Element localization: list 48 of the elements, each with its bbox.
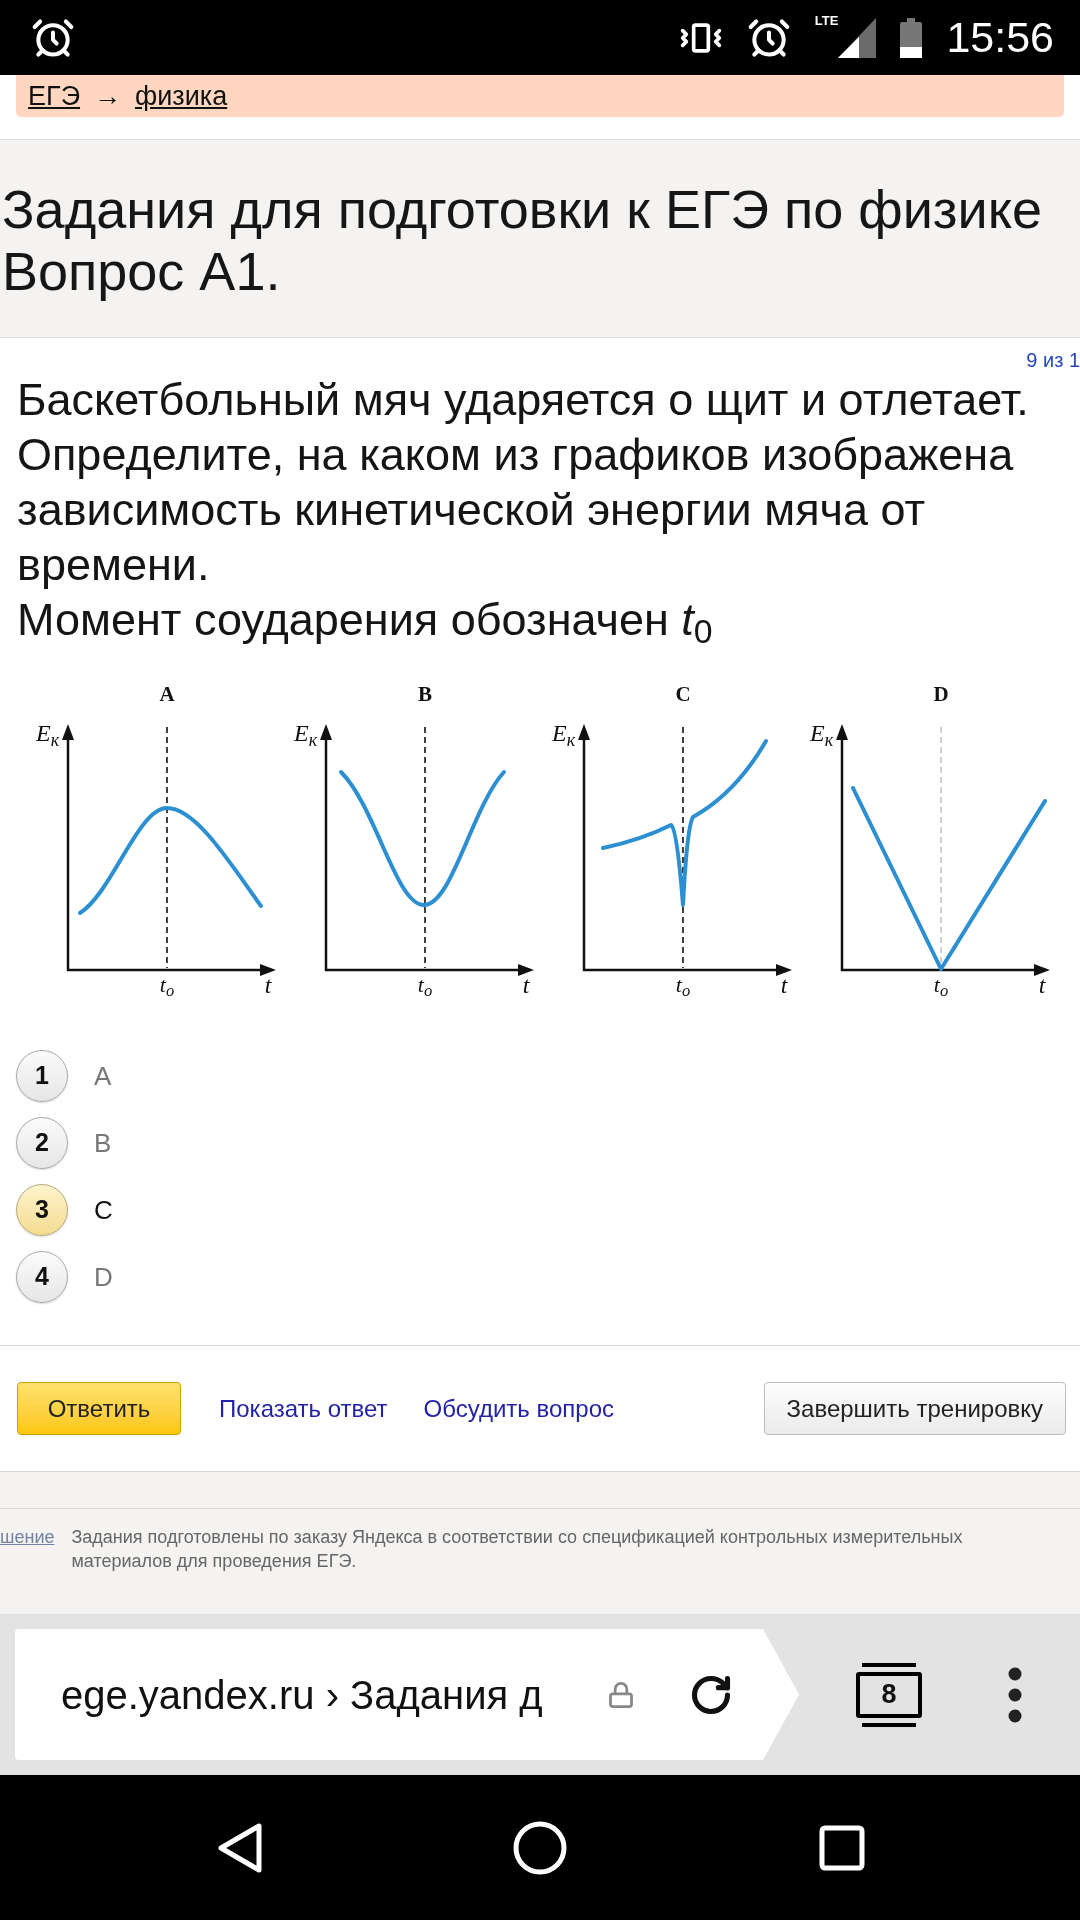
option-label: D (94, 1262, 113, 1292)
breadcrumb-link[interactable]: физика (135, 80, 228, 112)
x-axis-label: t (264, 971, 272, 999)
lock-icon (607, 1679, 635, 1710)
signal-icon (838, 17, 877, 58)
x-tick-label: t$_{o}$ (675, 972, 691, 998)
graph-letter: A (159, 681, 175, 707)
breadcrumb-link[interactable]: ЕГЭ (28, 80, 81, 112)
option-label: B (94, 1128, 112, 1158)
answer-option[interactable]: 3 (16, 1184, 68, 1236)
graph-letter: B (418, 681, 432, 707)
answer-option[interactable]: 4 (16, 1251, 68, 1303)
x-axis-label: t (780, 971, 788, 999)
back-icon[interactable] (217, 1821, 263, 1874)
option-label: A (94, 1061, 112, 1091)
x-tick-label: t$_{o}$ (933, 972, 949, 998)
x-tick-label: t$_{o}$ (159, 972, 175, 998)
question-note: Момент соударения обозначен t$_{0}$ (16, 593, 714, 647)
home-icon[interactable] (513, 1820, 567, 1875)
x-axis-label: t (1038, 971, 1046, 999)
recents-icon[interactable] (819, 1824, 865, 1871)
y-axis-label: E$_{к}$ (36, 719, 60, 747)
address-bar[interactable]: ege.yandex.ru › Задания д (15, 1629, 799, 1760)
action-link[interactable]: Показать ответ (219, 1393, 388, 1424)
answer-option[interactable]: 2 (16, 1117, 68, 1169)
y-axis-label: E$_{к}$ (810, 719, 834, 747)
finish-training-button[interactable]: Завершить тренировку (763, 1382, 1066, 1435)
x-tick-label: t$_{o}$ (417, 972, 433, 998)
clock-time: 15:56 (946, 16, 1054, 59)
answer-option[interactable]: 1 (16, 1050, 68, 1102)
option-label: C (94, 1195, 113, 1225)
page-title: Задания для подготовки к ЕГЭ по физике (2, 178, 1043, 240)
action-link[interactable]: Обсудить вопрос (423, 1393, 614, 1424)
battery-icon (900, 17, 923, 58)
url-text: ege.yandex.ru › Задания д (61, 1671, 543, 1719)
footer-text: Задания подготовлены по заказу Яндекса в соответствии со спецификацией контрольных измерительных материалов для проведения ЕГЭ. (71, 1526, 964, 1573)
question-counter: 9 из 1 (1026, 348, 1080, 372)
graph-letter: D (933, 681, 949, 707)
question-number: Вопрос А1. (2, 240, 281, 302)
breadcrumb-separator: → (94, 80, 122, 112)
question-text: Баскетбольный мяч ударяется о щит и отлетает. Определите, на каком из графиков изображена зависимость кинетической энергии мяча от времени. (16, 373, 1030, 592)
network-type: LTE (814, 13, 839, 28)
y-axis-label: E$_{к}$ (552, 719, 576, 747)
menu-icon[interactable] (1008, 1666, 1022, 1723)
answer-button[interactable]: Ответить (17, 1382, 181, 1435)
y-axis-label: E$_{к}$ (294, 719, 318, 747)
graph-letter: C (675, 681, 691, 707)
x-axis-label: t (522, 971, 530, 999)
